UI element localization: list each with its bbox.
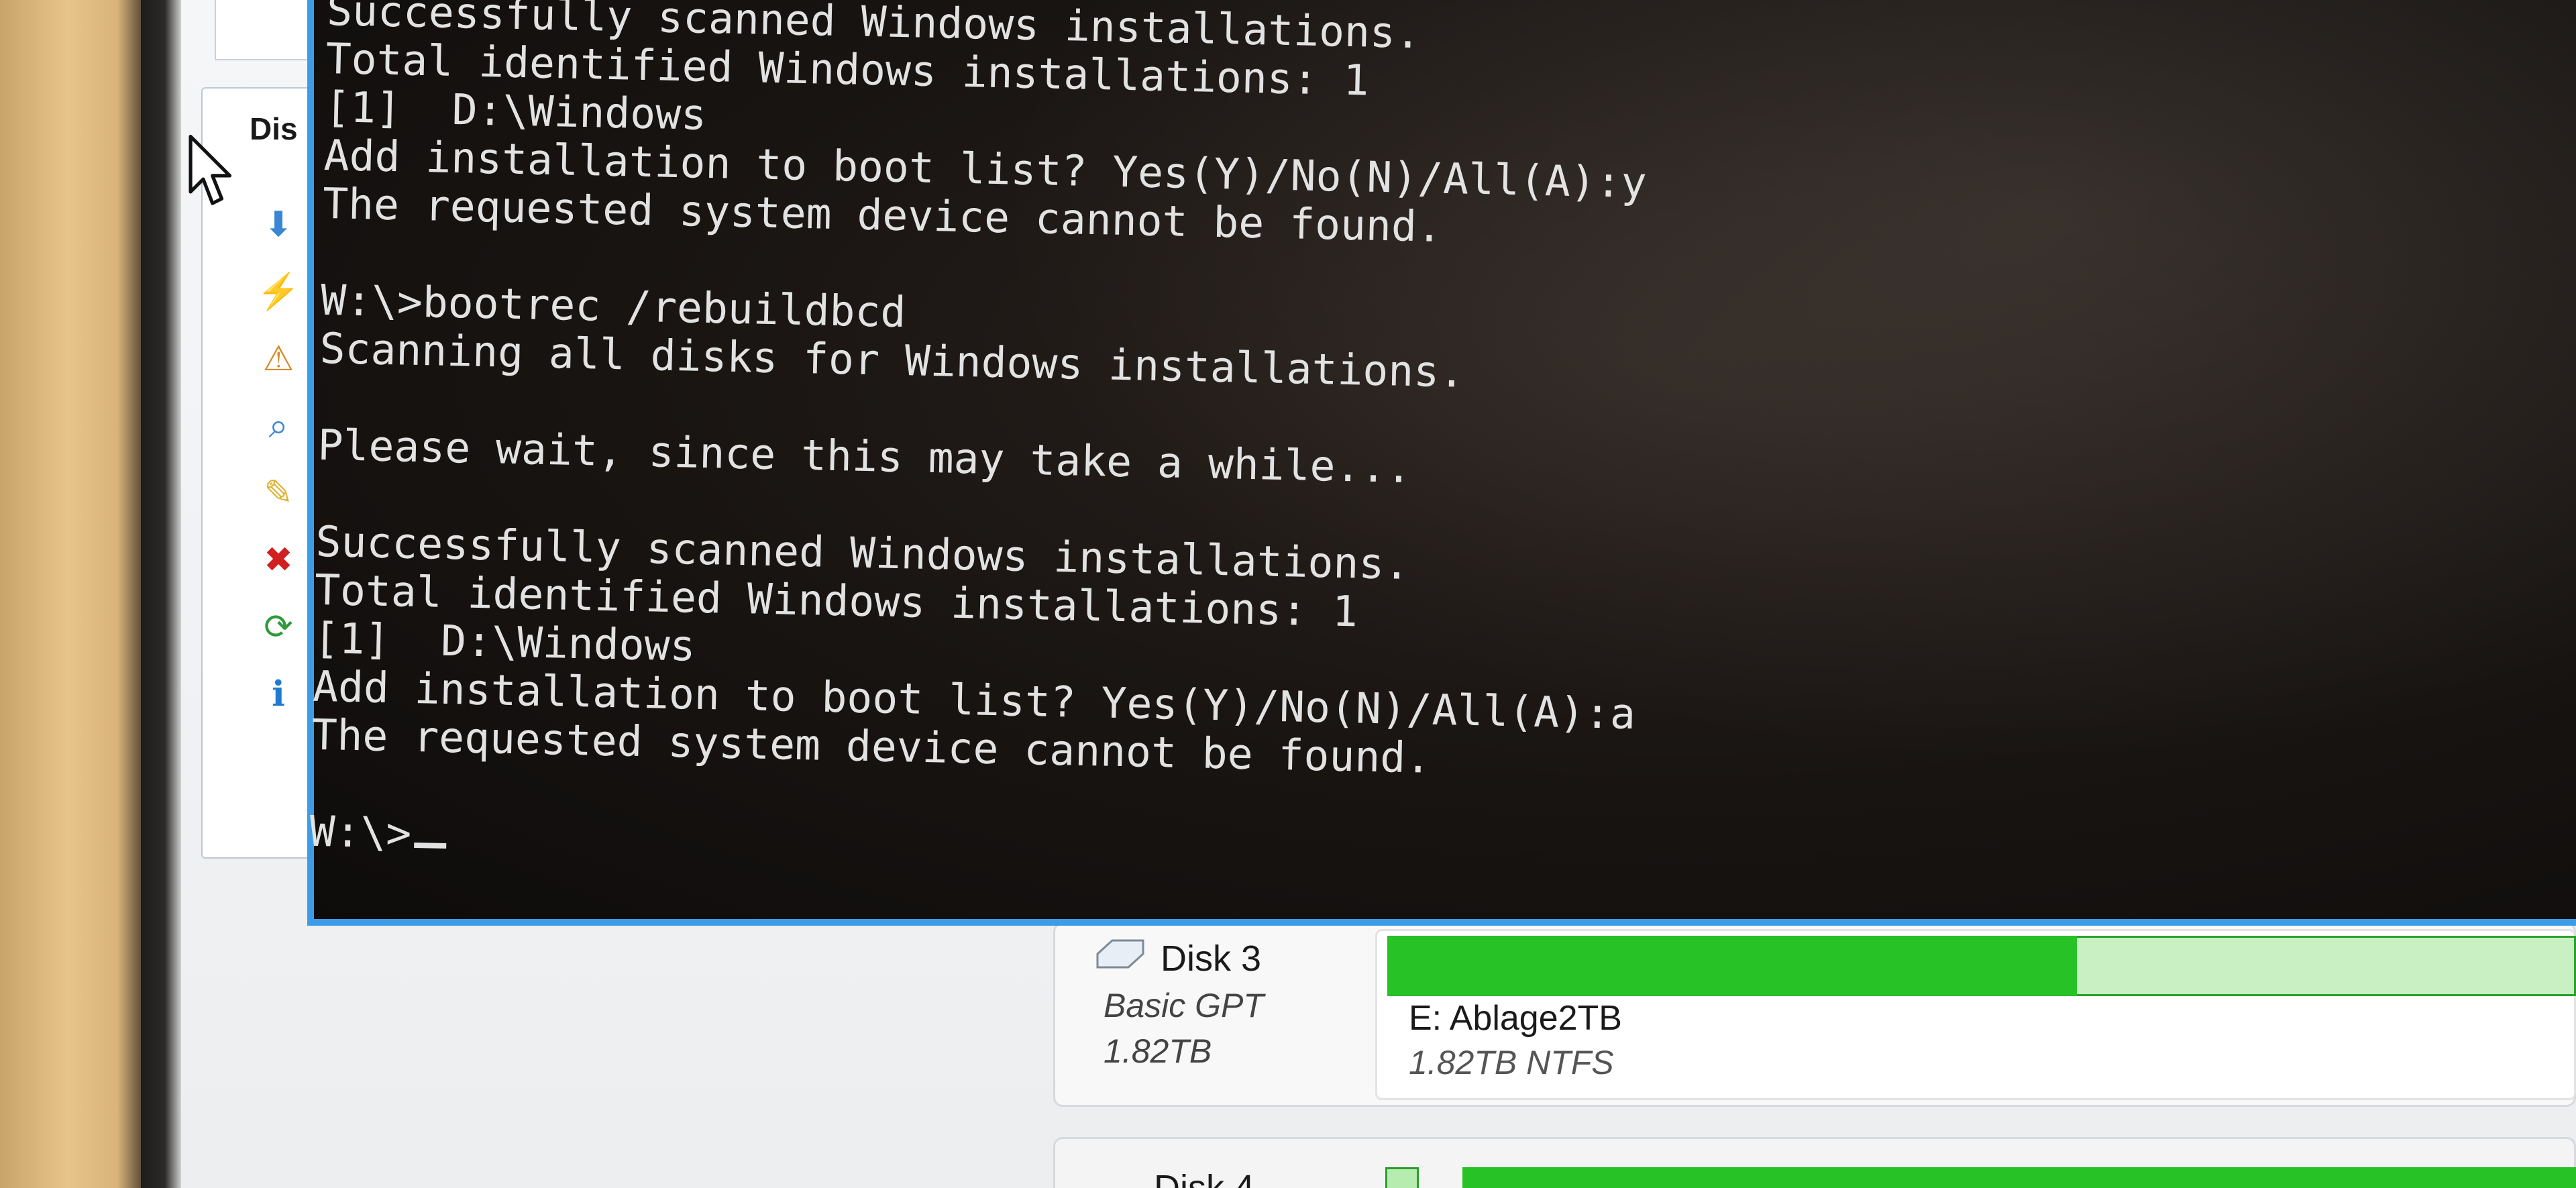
protect-icon[interactable]: ⚡: [255, 268, 302, 315]
download-icon[interactable]: ⬇: [255, 201, 302, 248]
unallocated-marker: [1385, 1167, 1419, 1188]
volume-usage-fill: [1387, 936, 2077, 996]
disk-name: Disk 3: [1161, 938, 1262, 979]
disk-size: 1.82TB: [1104, 1032, 1212, 1070]
command-prompt-window[interactable]: Successfully scanned Windows installatio…: [307, 0, 2576, 926]
search-icon[interactable]: ⌕: [255, 402, 302, 449]
disk-type: Basic GPT: [1104, 987, 1264, 1024]
info-icon[interactable]: ℹ: [255, 671, 302, 718]
mouse-pointer-icon: [189, 134, 232, 205]
delete-icon[interactable]: ✖: [255, 537, 302, 584]
refresh-icon[interactable]: ⟳: [255, 604, 302, 651]
edit-icon[interactable]: ✎: [255, 470, 302, 517]
disk-name: Disk 4: [1154, 1168, 1255, 1188]
volume-usage-fill: [1462, 1167, 2576, 1188]
console-output: Successfully scanned Windows installatio…: [309, 0, 1650, 883]
tab-disk-management[interactable]: Dis: [250, 111, 298, 147]
warning-icon[interactable]: ⚠: [255, 335, 302, 382]
prompt-text: W:\>: [309, 806, 413, 858]
volume-name: E: Ablage2TB: [1409, 999, 1622, 1038]
monitor-bezel: [141, 0, 181, 1188]
disk-icon: [1096, 939, 1144, 969]
text-cursor: [413, 842, 447, 849]
volume-filesystem: 1.82TB NTFS: [1409, 1044, 1614, 1081]
